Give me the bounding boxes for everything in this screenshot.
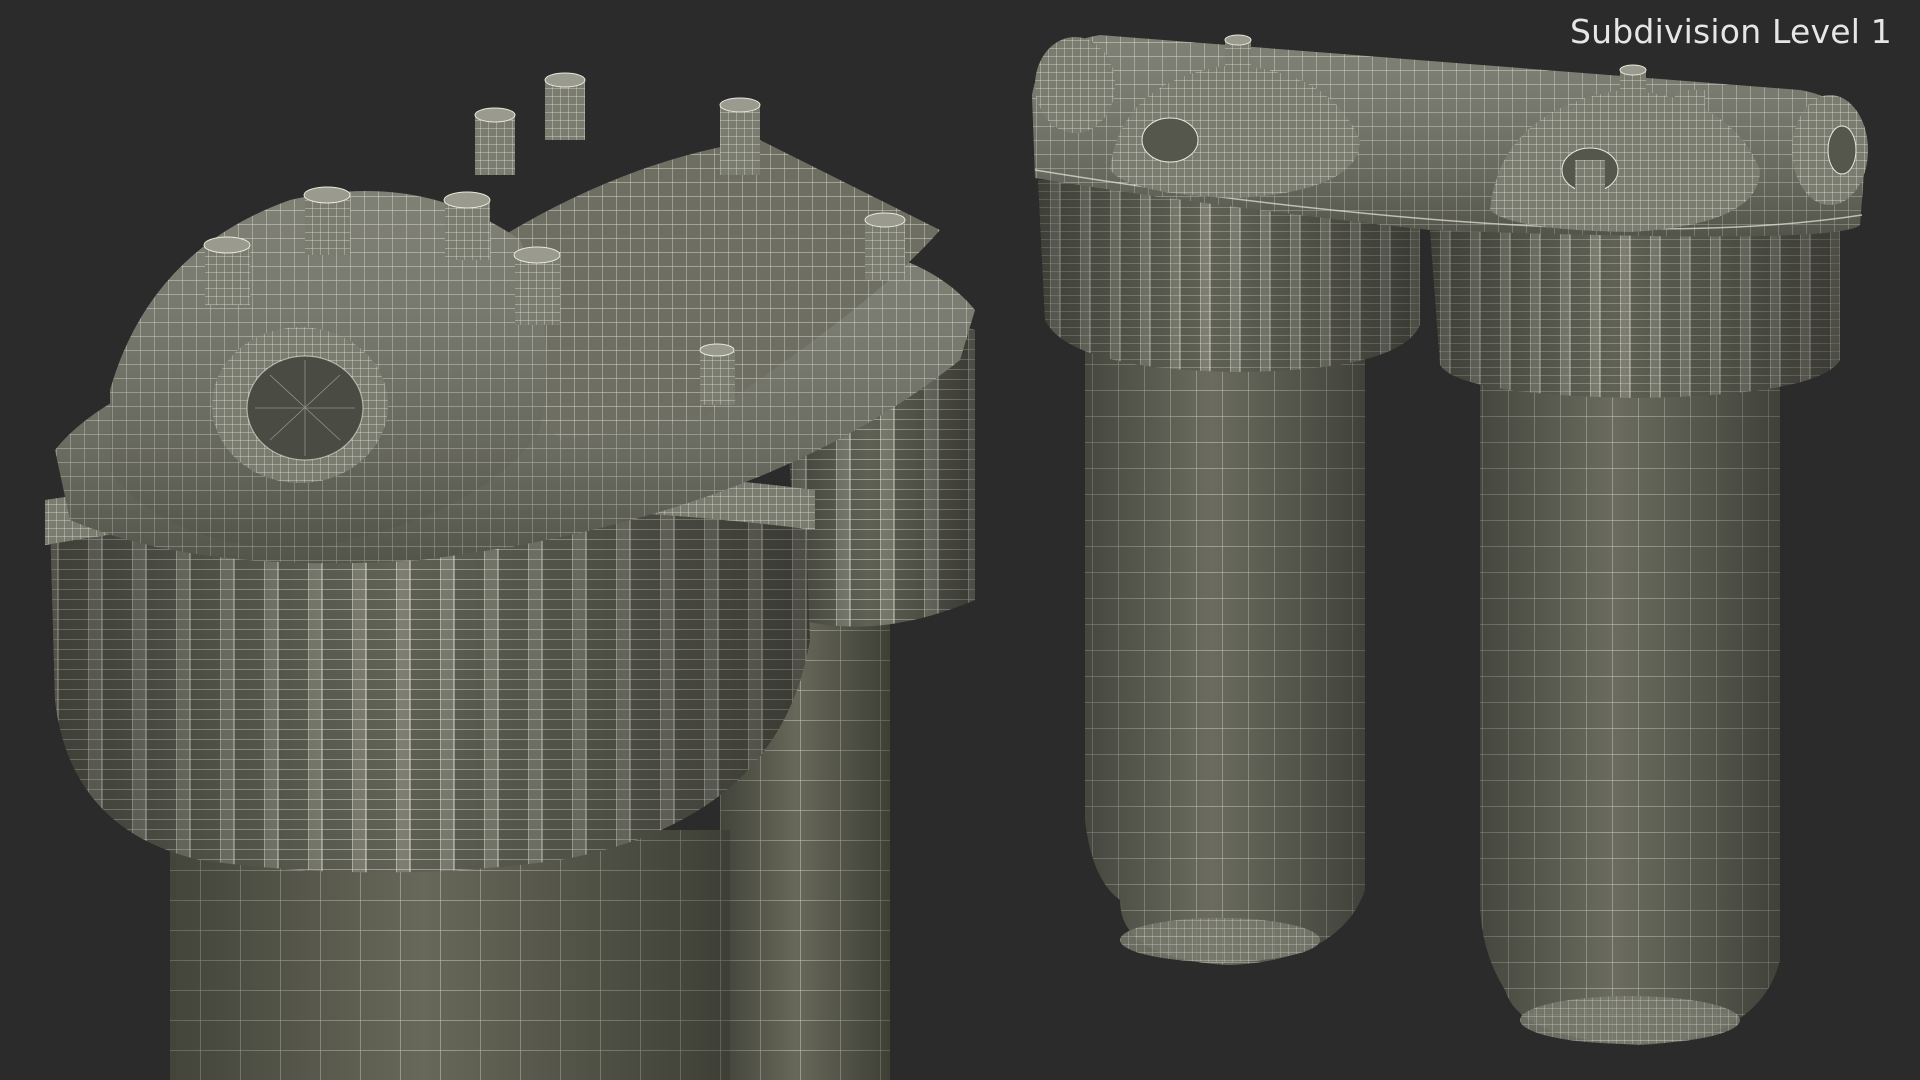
subdivision-level-label: Subdivision Level 1 bbox=[1570, 12, 1892, 51]
outlet-port-left bbox=[1035, 37, 1115, 133]
render-viewport: Subdivision Level 1 bbox=[0, 0, 1920, 1080]
wireframe-render bbox=[45, 34, 1868, 1080]
front-view bbox=[1032, 34, 1868, 1045]
close-up-view bbox=[45, 72, 975, 1080]
